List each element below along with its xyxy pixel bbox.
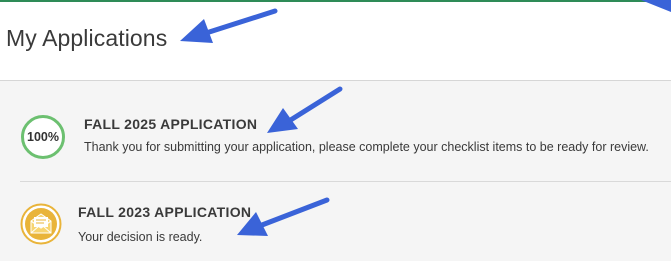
application-item-fall-2025[interactable]: 100% FALL 2025 APPLICATION Thank you for… [0, 81, 671, 181]
application-message: Thank you for submitting your applicatio… [84, 140, 649, 154]
progress-ring-icon: 100% [20, 114, 66, 160]
application-title[interactable]: FALL 2025 APPLICATION [84, 116, 257, 132]
application-item-fall-2023[interactable]: FALL 2023 APPLICATION Your decision is r… [0, 182, 671, 261]
application-message: Your decision is ready. [78, 230, 203, 244]
page-title: My Applications [6, 25, 168, 51]
page-header: My Applications [0, 2, 671, 80]
progress-percent: 100% [27, 130, 59, 144]
applications-list: 100% FALL 2025 APPLICATION Thank you for… [0, 81, 671, 261]
application-title[interactable]: FALL 2023 APPLICATION [78, 204, 251, 220]
envelope-icon [20, 203, 62, 245]
